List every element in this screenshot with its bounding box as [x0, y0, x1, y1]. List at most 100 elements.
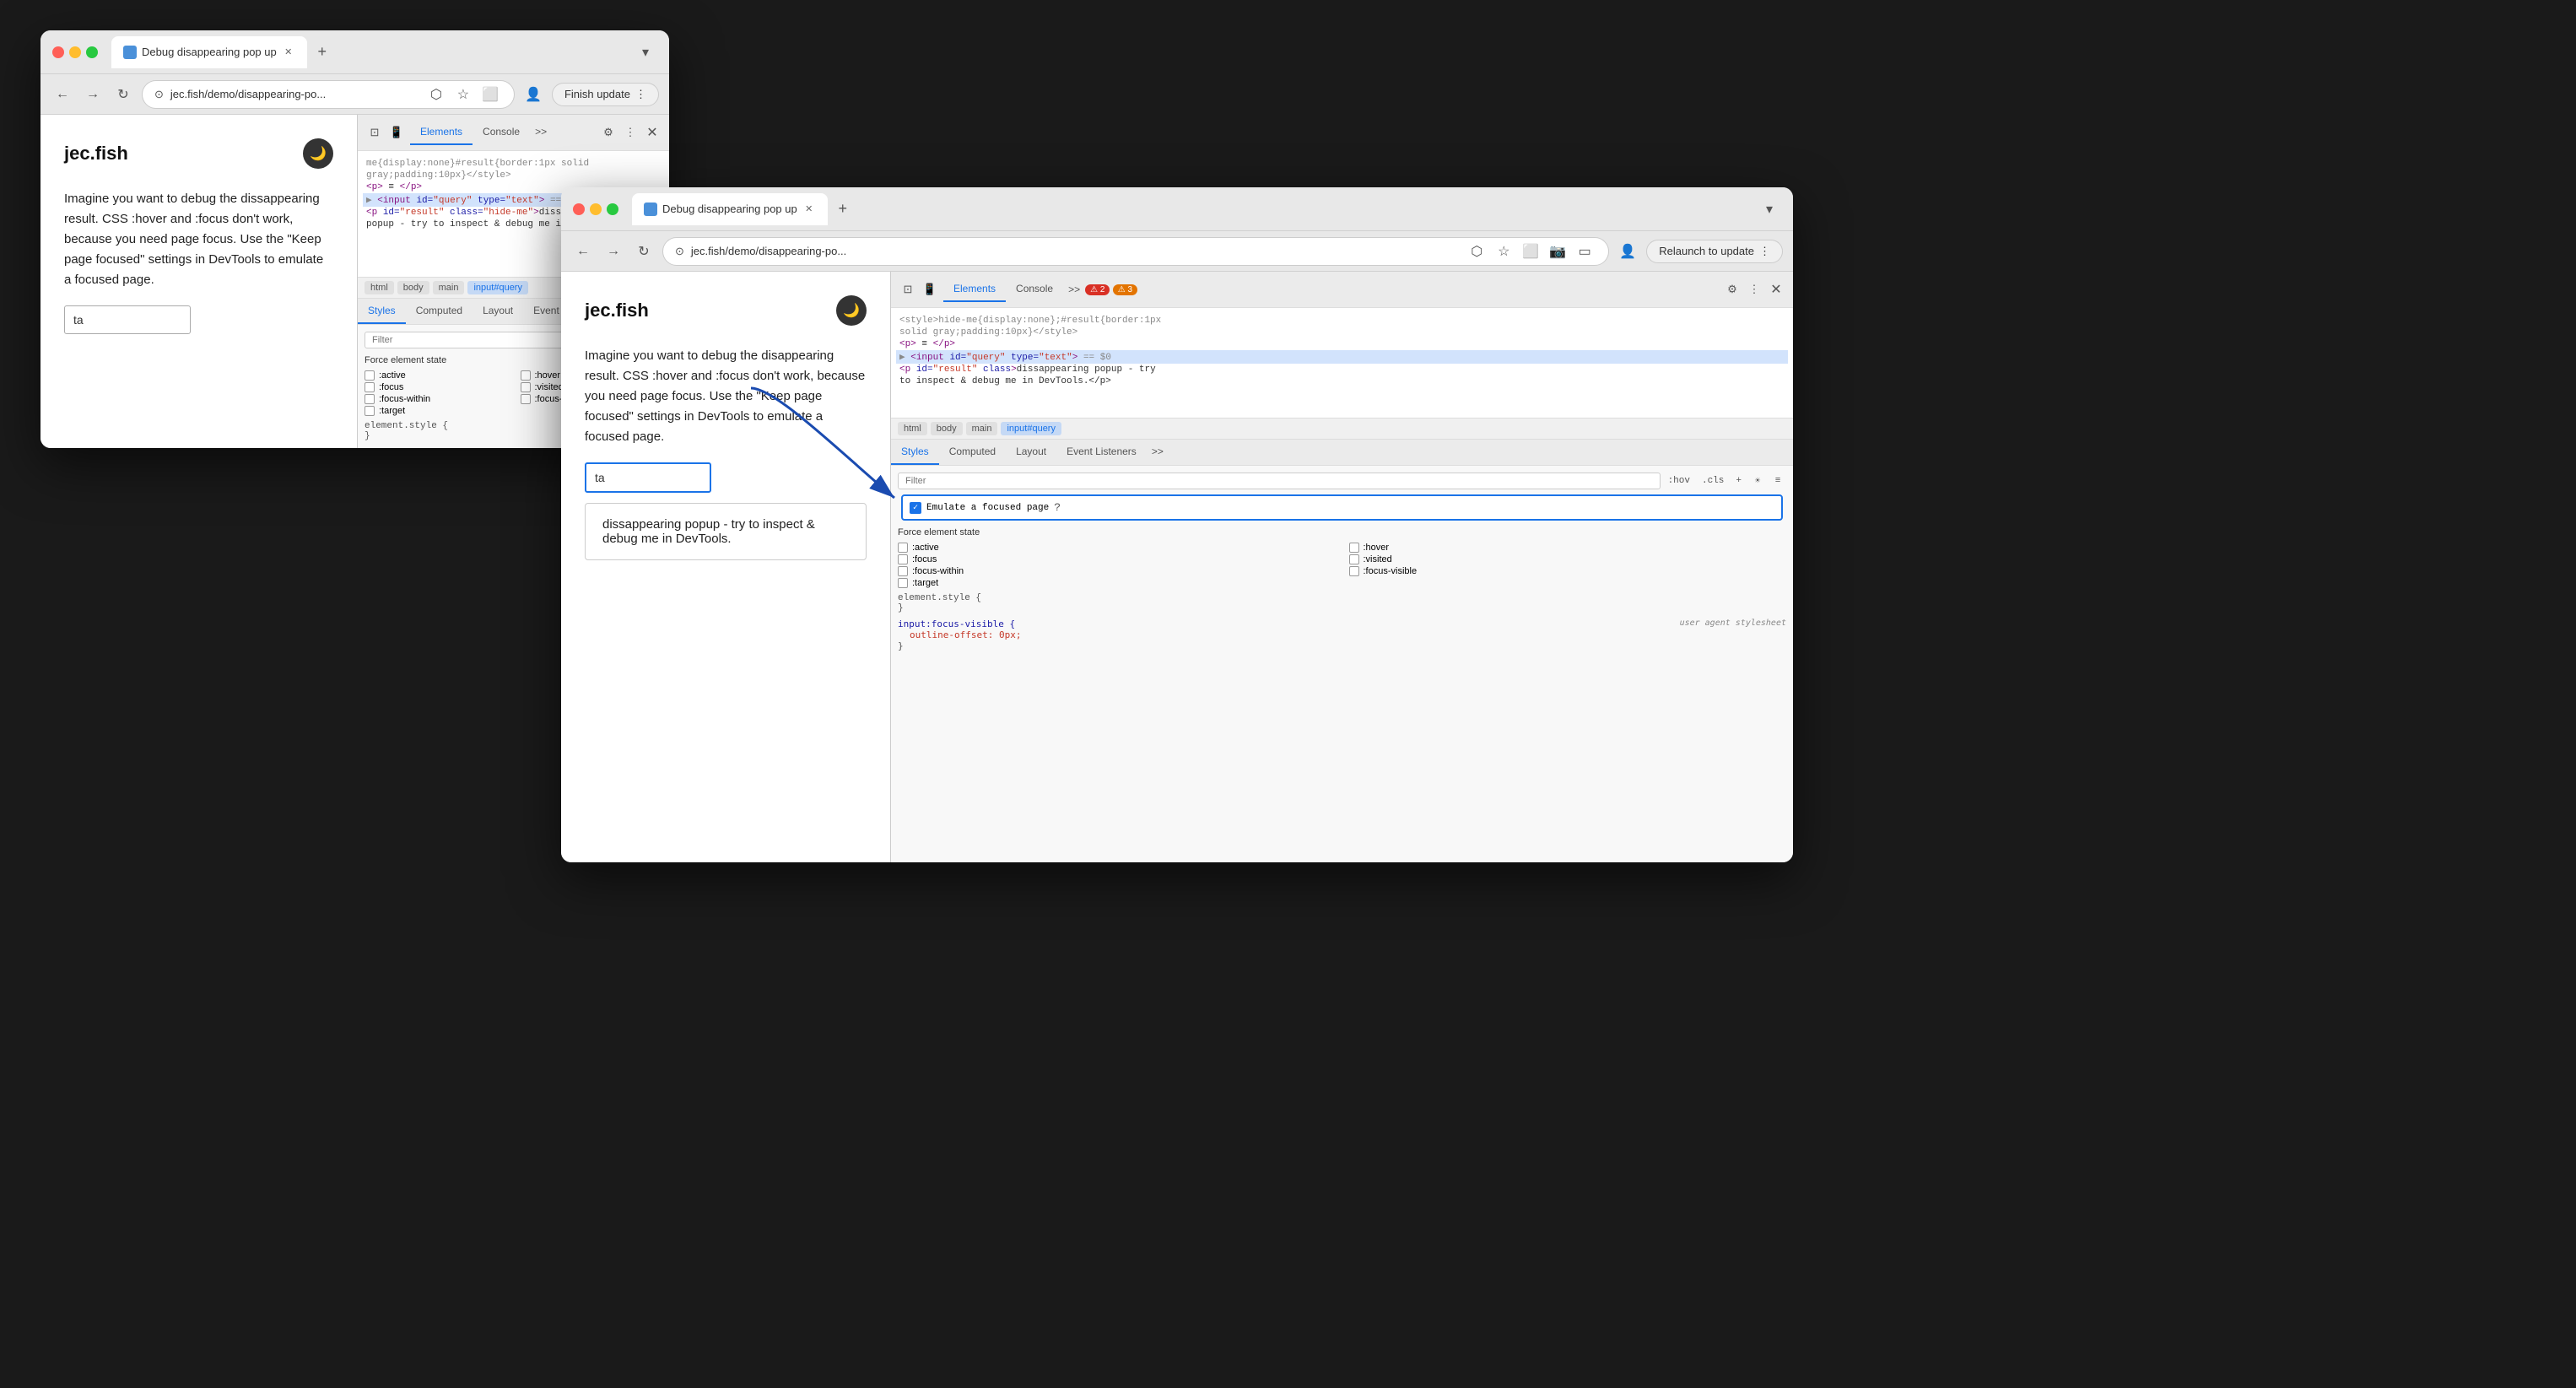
close-button-2[interactable]: [573, 203, 585, 215]
elements-tab-1[interactable]: Elements: [410, 120, 473, 145]
tab-list-button-2[interactable]: ▾: [1758, 197, 1781, 221]
extensions-icon-2[interactable]: ⬜: [1519, 240, 1542, 263]
devtools-close-1[interactable]: ✕: [644, 124, 661, 141]
bc-main-2[interactable]: main: [966, 422, 998, 435]
console-tab-2[interactable]: Console: [1006, 277, 1063, 302]
more-style-tabs-2[interactable]: >>: [1147, 440, 1169, 465]
more-tabs-icon-2[interactable]: >>: [1063, 278, 1085, 301]
styles-tab-2[interactable]: Styles: [891, 440, 939, 465]
tab-list-button-1[interactable]: ▾: [634, 41, 657, 64]
more-options-icon-2[interactable]: ⋮: [1746, 281, 1763, 298]
address-field-2[interactable]: ⊙ jec.fish/demo/disappearing-po... ⬡ ☆ ⬜…: [662, 237, 1609, 266]
secure-icon-1: ⊙: [154, 88, 164, 101]
maximize-button-1[interactable]: [86, 46, 98, 58]
state-hover-2[interactable]: :hover: [1349, 543, 1787, 553]
profile-icon-2[interactable]: 👤: [1616, 240, 1639, 263]
browser-window-2: Debug disappearing pop up ✕ + ▾ ← → ↻ ⊙ …: [561, 187, 1793, 862]
devtools-close-2[interactable]: ✕: [1768, 281, 1785, 298]
state-active-2[interactable]: :active: [898, 543, 1336, 553]
reload-button-2[interactable]: ↻: [632, 240, 656, 263]
bc-body-1[interactable]: body: [397, 281, 429, 294]
dt2-html-line-2: solid gray;padding:10px}</style>: [896, 327, 1788, 338]
more-options-icon-1[interactable]: ⋮: [622, 124, 639, 141]
emulate-focused-checkbox[interactable]: ✓: [910, 502, 921, 514]
emulate-focused-container: ✓ Emulate a focused page ?: [901, 494, 1783, 521]
computed-tab-2[interactable]: Computed: [939, 440, 1006, 465]
toggle-light-dark-icon[interactable]: ☀: [1749, 473, 1766, 489]
state-target-1[interactable]: :target: [365, 406, 507, 416]
more-tabs-icon-1[interactable]: >>: [530, 120, 552, 145]
tab-close-2[interactable]: ✕: [802, 203, 816, 216]
bc-body-2[interactable]: body: [931, 422, 963, 435]
tab-title-1: Debug disappearing pop up: [142, 46, 277, 58]
bc-input-1[interactable]: input#query: [467, 281, 528, 294]
emulate-focused-help-icon[interactable]: ?: [1054, 501, 1061, 514]
minimize-button-1[interactable]: [69, 46, 81, 58]
profile-icon-1[interactable]: 👤: [521, 83, 545, 106]
new-tab-button-2[interactable]: +: [831, 197, 855, 221]
cls-tag-2[interactable]: .cls: [1698, 474, 1728, 488]
tab-2[interactable]: Debug disappearing pop up ✕: [632, 193, 828, 225]
computed-style-icon[interactable]: ≡: [1769, 473, 1786, 489]
html-line-1: me{display:none}#result{border:1px solid: [363, 158, 664, 170]
new-tab-button-1[interactable]: +: [311, 41, 334, 64]
layout-tab-2[interactable]: Layout: [1006, 440, 1056, 465]
maximize-button-2[interactable]: [607, 203, 618, 215]
device-toolbar-icon-2[interactable]: 📱: [921, 281, 938, 298]
bookmark-icon-1[interactable]: ☆: [451, 83, 475, 106]
inspect-element-icon-2[interactable]: ⊡: [899, 281, 916, 298]
elements-tab-2[interactable]: Elements: [943, 277, 1006, 302]
console-tab-1[interactable]: Console: [473, 120, 530, 145]
state-focus-1[interactable]: :focus: [365, 382, 507, 392]
finish-update-button[interactable]: Finish update ⋮: [552, 83, 659, 106]
reload-button-1[interactable]: ↻: [111, 83, 135, 106]
state-active-1[interactable]: :active: [365, 370, 507, 381]
dt2-html-line-4: ▶ <input id="query" type="text"> == $0: [896, 350, 1788, 364]
computed-tab-1[interactable]: Computed: [406, 299, 473, 324]
event-listeners-tab-2[interactable]: Event Listeners: [1056, 440, 1147, 465]
tab-favicon-1: [123, 46, 137, 59]
forward-button-2[interactable]: →: [602, 240, 625, 263]
hov-tag-2[interactable]: :hov: [1664, 474, 1694, 488]
settings-icon-2[interactable]: ⚙: [1724, 281, 1741, 298]
filter-input-1[interactable]: [365, 332, 577, 348]
back-button-1[interactable]: ←: [51, 83, 74, 106]
screenshot-icon-2[interactable]: 📷: [1546, 240, 1569, 263]
relaunch-update-button[interactable]: Relaunch to update ⋮: [1646, 240, 1783, 263]
styles-tab-1[interactable]: Styles: [358, 299, 406, 324]
bc-html-2[interactable]: html: [898, 422, 927, 435]
state-focus-within-1[interactable]: :focus-within: [365, 394, 507, 404]
forward-button-1[interactable]: →: [81, 83, 105, 106]
breadcrumb-bar-2: html body main input#query: [891, 418, 1793, 440]
bc-input-2[interactable]: input#query: [1001, 422, 1061, 435]
filter-input-2[interactable]: [898, 473, 1661, 489]
add-style-icon-2[interactable]: +: [1731, 474, 1746, 488]
tab-1[interactable]: Debug disappearing pop up ✕: [111, 36, 307, 68]
minimize-button-2[interactable]: [590, 203, 602, 215]
state-target-2[interactable]: :target: [898, 578, 1336, 588]
state-focus-2[interactable]: :focus: [898, 554, 1336, 564]
cast-icon[interactable]: ⬡: [424, 83, 448, 106]
css-focus-visible-rule: input:focus-visible { user agent stylesh…: [898, 618, 1786, 629]
settings-icon-1[interactable]: ⚙: [600, 124, 617, 141]
extensions-icon-1[interactable]: ⬜: [478, 83, 502, 106]
demo-search-input-1[interactable]: [64, 305, 191, 334]
layout-tab-1[interactable]: Layout: [473, 299, 523, 324]
demo-search-input-2[interactable]: [585, 462, 711, 493]
tab-close-1[interactable]: ✕: [282, 46, 295, 59]
inspect-element-icon[interactable]: ⊡: [366, 124, 383, 141]
device-toolbar-icon[interactable]: 📱: [388, 124, 405, 141]
bc-html-1[interactable]: html: [365, 281, 394, 294]
cast-icon-2[interactable]: ⬡: [1465, 240, 1488, 263]
address-field-1[interactable]: ⊙ jec.fish/demo/disappearing-po... ⬡ ☆ ⬜: [142, 80, 515, 109]
dark-mode-button-1[interactable]: 🌙: [303, 138, 333, 169]
state-focus-visible-2[interactable]: :focus-visible: [1349, 566, 1787, 576]
close-button-1[interactable]: [52, 46, 64, 58]
dark-mode-button-2[interactable]: 🌙: [836, 295, 867, 326]
back-button-2[interactable]: ←: [571, 240, 595, 263]
state-visited-2[interactable]: :visited: [1349, 554, 1787, 564]
state-focus-within-2[interactable]: :focus-within: [898, 566, 1336, 576]
sidebar-icon-2[interactable]: ▭: [1573, 240, 1596, 263]
bookmark-icon-2[interactable]: ☆: [1492, 240, 1515, 263]
bc-main-1[interactable]: main: [433, 281, 465, 294]
